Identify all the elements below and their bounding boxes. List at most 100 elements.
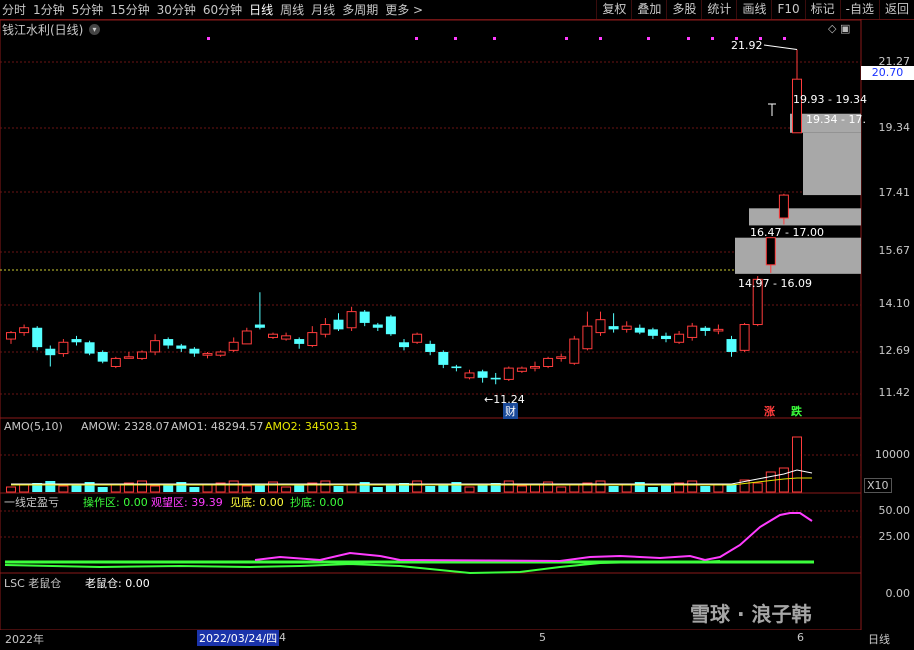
candle-body — [110, 357, 121, 367]
event-marker — [711, 37, 714, 40]
candle-body — [634, 327, 645, 333]
candle-body — [621, 325, 632, 330]
event-marker — [493, 37, 496, 40]
candle-body — [333, 319, 344, 330]
candle — [556, 353, 567, 362]
candle — [425, 340, 436, 356]
event-marker — [565, 37, 568, 40]
candle-body — [202, 353, 213, 356]
candle — [385, 314, 396, 336]
volume-bar — [281, 486, 292, 493]
kline-chart[interactable] — [0, 0, 914, 650]
candle — [32, 326, 43, 351]
candle-body — [543, 357, 554, 367]
chevron-down-icon[interactable]: ▾ — [89, 24, 100, 35]
amo-title: AMO(5,10) — [4, 420, 63, 433]
candle — [595, 311, 606, 336]
amo1-value: AMO1: 48294.57 — [171, 420, 264, 433]
candle-body — [32, 327, 43, 348]
volume-bar — [464, 486, 475, 493]
candle — [268, 332, 278, 340]
candle-body — [399, 342, 409, 348]
amo2-value: AMO2: 34503.13 — [265, 420, 358, 433]
candle-body — [189, 348, 200, 354]
candle-body — [477, 371, 488, 378]
period-selector[interactable]: 日线 — [868, 631, 890, 647]
volume-bar — [6, 486, 16, 493]
candle-body — [6, 332, 16, 340]
candle — [150, 334, 161, 356]
candle — [372, 322, 383, 331]
candle-body — [687, 325, 698, 338]
candle — [307, 326, 318, 348]
current-price-badge: 20.70 — [861, 66, 914, 80]
candle-body — [451, 366, 462, 369]
candle — [490, 372, 501, 385]
gap-label: 19.93 - 19.34 — [793, 93, 867, 106]
volume-bar — [425, 486, 436, 492]
candle-body — [45, 348, 56, 356]
candle-body — [503, 367, 514, 380]
candle — [97, 350, 108, 364]
high-price-label: 21.92 — [731, 39, 763, 52]
candle — [530, 361, 540, 372]
candle — [438, 350, 449, 369]
candle-body — [556, 356, 567, 359]
candle-body — [385, 316, 396, 335]
candle — [189, 347, 200, 357]
candle — [45, 345, 56, 367]
price-tick: 12.69 — [878, 344, 911, 357]
t-marker — [768, 103, 776, 116]
finance-badge[interactable]: 财 — [503, 403, 518, 419]
candle — [58, 339, 69, 357]
volume-bar — [58, 485, 69, 493]
selected-date[interactable]: 2022/03/24/四 — [197, 630, 280, 646]
limit-up-badge[interactable]: 涨 — [764, 403, 775, 419]
candle-body — [150, 340, 161, 353]
volume-bar — [752, 482, 763, 493]
volume-bar — [661, 485, 671, 492]
candle-body — [661, 335, 671, 340]
volume-bar — [97, 487, 108, 492]
candle — [320, 318, 331, 338]
candle-body — [268, 333, 278, 338]
gap-box — [735, 237, 861, 274]
gap-label: 14.97 - 16.09 — [738, 277, 812, 290]
indicator-lines — [4, 512, 814, 575]
volume-bar — [241, 485, 252, 493]
volume-bar — [333, 486, 344, 492]
candle-body — [739, 324, 750, 351]
volume-bar — [608, 486, 619, 492]
indicator-axis-tick: 50.00 — [878, 504, 911, 517]
candle — [516, 366, 527, 373]
candle-body — [700, 327, 711, 331]
volume-bar — [150, 485, 161, 493]
indicator-watch: 观望区: 39.39 — [151, 496, 223, 509]
candle — [176, 343, 187, 352]
settings-icons[interactable]: ◇ ▣ — [828, 22, 850, 35]
limit-down-badge[interactable]: 跌 — [791, 403, 802, 419]
candle — [123, 351, 134, 359]
date-month: 4 — [279, 631, 286, 644]
candle-body — [254, 324, 265, 328]
amo-axis-tick: 10000 — [875, 448, 910, 461]
candle — [477, 369, 488, 383]
stock-title[interactable]: 钱江水利(日线) — [2, 21, 83, 38]
chart-grid — [0, 19, 862, 631]
candle — [569, 335, 580, 365]
price-tick: 15.67 — [878, 244, 911, 257]
candle — [294, 337, 305, 349]
candle-body — [569, 338, 580, 364]
candle-body — [372, 324, 383, 328]
gap-label: 16.47 - 17.00 — [750, 226, 824, 239]
candle-body — [425, 343, 436, 352]
candle — [202, 351, 213, 359]
volume-bar — [569, 484, 580, 493]
indicator-op: 操作区: 0.00 — [83, 496, 148, 509]
volume-bar — [503, 480, 514, 493]
gap-box — [749, 208, 861, 226]
event-marker — [783, 37, 786, 40]
volume-bar — [700, 486, 711, 492]
candle — [582, 311, 593, 351]
candle-body — [490, 377, 501, 380]
